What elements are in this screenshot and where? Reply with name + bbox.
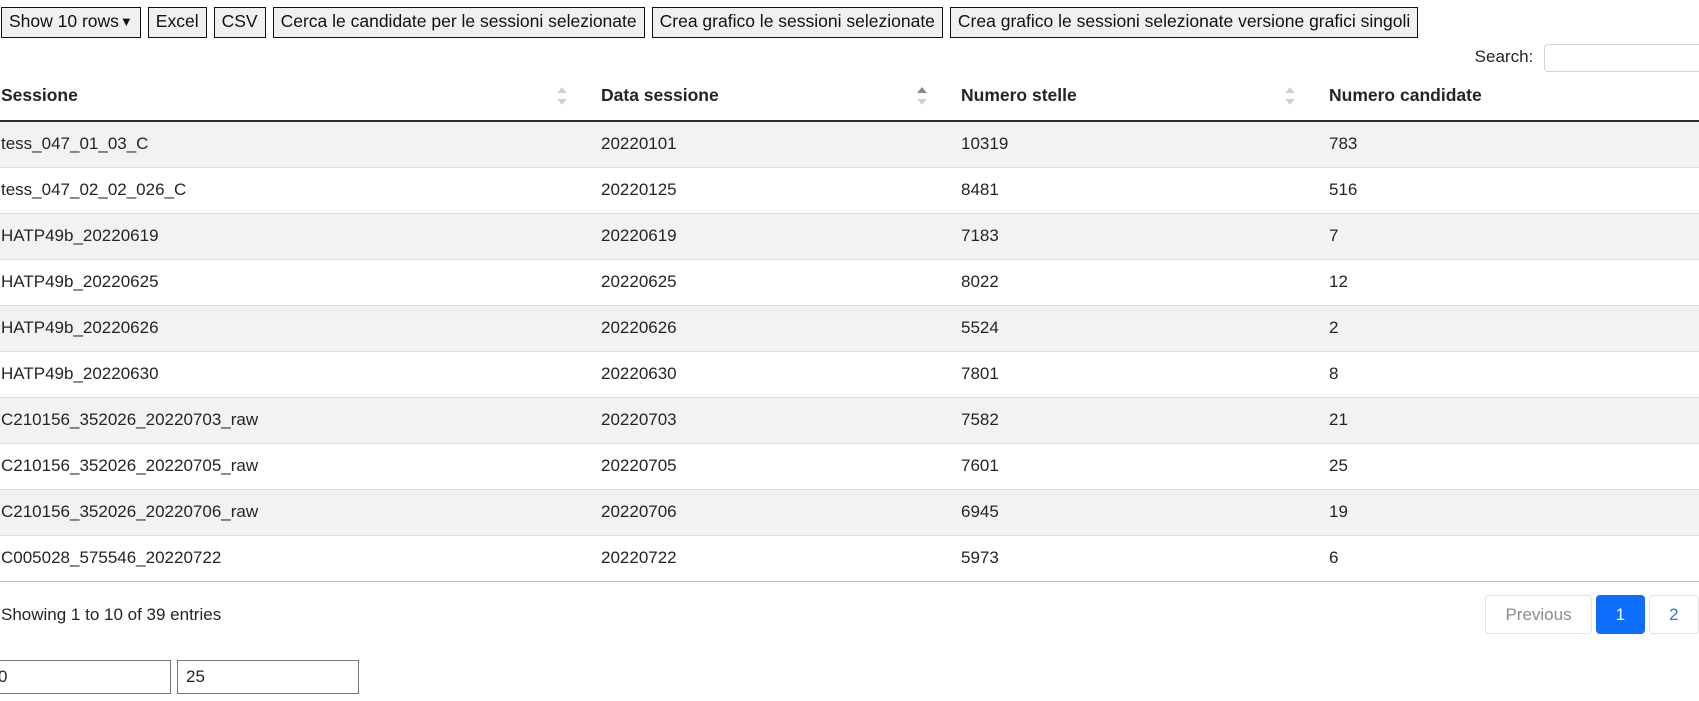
cell-sessione: HATP49b_20220619 — [0, 213, 594, 260]
sessions-table: Sessione Data sessione Numero stelle Num… — [0, 73, 1699, 582]
table-row[interactable]: HATP49b_20220630 20220630 7801 8 — [0, 351, 1699, 398]
cell-numero-candidate: 516 — [1322, 167, 1699, 214]
search-candidates-button[interactable]: Cerca le candidate per le sessioni selez… — [272, 7, 645, 38]
pagination-button-previous: Previous — [1485, 595, 1592, 634]
cell-numero-candidate: 6 — [1322, 535, 1699, 582]
cell-numero-stelle: 10319 — [954, 121, 1322, 168]
datatable-footer: Showing 1 to 10 of 39 entries Previous 1 2… — [0, 595, 1699, 645]
sort-indicator-icon — [557, 87, 567, 105]
cell-numero-stelle: 7183 — [954, 213, 1322, 260]
table-row[interactable]: C210156_352026_20220706_raw 20220706 6945 1… — [0, 489, 1699, 536]
table-row[interactable]: C210156_352026_20220705_raw 20220705 7601 2… — [0, 443, 1699, 490]
cell-data-sessione: 20220625 — [594, 259, 954, 306]
cell-sessione: C210156_352026_20220705_raw — [0, 443, 594, 490]
cell-numero-stelle: 7801 — [954, 351, 1322, 398]
column-header-data-sessione[interactable]: Data sessione — [594, 73, 954, 122]
cell-sessione: HATP49b_20220630 — [0, 351, 594, 398]
cell-numero-stelle: 8481 — [954, 167, 1322, 214]
range-max-input[interactable] — [177, 660, 359, 694]
datatable-container: Sessione Data sessione Numero stelle Num… — [0, 73, 1699, 582]
cell-data-sessione: 20220125 — [594, 167, 954, 214]
table-row[interactable]: HATP49b_20220626 20220626 5524 2 — [0, 305, 1699, 352]
show-rows-length-button[interactable]: Show 10 rows ▼ — [1, 7, 141, 38]
cell-numero-stelle: 8022 — [954, 259, 1322, 306]
column-header-label: Sessione — [1, 85, 78, 105]
cell-numero-stelle: 7582 — [954, 397, 1322, 444]
pagination: Previous123 — [1485, 595, 1699, 634]
column-header-numero-stelle[interactable]: Numero stelle — [954, 73, 1322, 122]
cell-numero-stelle: 7601 — [954, 443, 1322, 490]
pagination-button-1[interactable]: 1 — [1595, 595, 1646, 634]
export-excel-button[interactable]: Excel — [147, 7, 207, 38]
column-header-label: Numero stelle — [961, 85, 1077, 105]
cell-numero-candidate: 19 — [1322, 489, 1699, 536]
table-head: Sessione Data sessione Numero stelle Num… — [0, 73, 1699, 122]
table-row[interactable]: C210156_352026_20220703_raw 20220703 7582 2… — [0, 397, 1699, 444]
cell-sessione: C005028_575546_20220722 — [0, 535, 594, 582]
column-header-sessione[interactable]: Sessione — [0, 73, 594, 122]
cell-sessione: C210156_352026_20220703_raw — [0, 397, 594, 444]
cell-data-sessione: 20220706 — [594, 489, 954, 536]
cell-sessione: tess_047_01_03_C — [0, 121, 594, 168]
cell-data-sessione: 20220619 — [594, 213, 954, 260]
table-row[interactable]: HATP49b_20220625 20220625 8022 12 — [0, 259, 1699, 306]
cell-sessione: HATP49b_20220625 — [0, 259, 594, 306]
entries-info: Showing 1 to 10 of 39 entries — [1, 605, 222, 624]
column-header-numero-candidate[interactable]: Numero candidate — [1322, 73, 1699, 122]
datatable-search-filter: Search: — [1475, 44, 1699, 72]
cell-sessione: HATP49b_20220626 — [0, 305, 594, 352]
cell-data-sessione: 20220703 — [594, 397, 954, 444]
table-row[interactable]: C005028_575546_20220722 20220722 5973 6 — [0, 535, 1699, 582]
cell-numero-candidate: 2 — [1322, 305, 1699, 352]
cell-numero-candidate: 783 — [1322, 121, 1699, 168]
column-header-label: Numero candidate — [1329, 85, 1482, 105]
range-min-input[interactable] — [0, 660, 171, 694]
range-inputs — [0, 660, 359, 694]
table-row[interactable]: tess_047_02_02_026_C 20220125 8481 516 — [0, 167, 1699, 214]
cell-numero-candidate: 21 — [1322, 397, 1699, 444]
cell-numero-stelle: 5524 — [954, 305, 1322, 352]
cell-data-sessione: 20220722 — [594, 535, 954, 582]
create-chart-button[interactable]: Crea grafico le sessioni selezionate — [651, 7, 943, 38]
table-body: tess_047_01_03_C 20220101 10319 783 tess_047… — [0, 121, 1699, 582]
cell-numero-stelle: 5973 — [954, 535, 1322, 582]
cell-data-sessione: 20220630 — [594, 351, 954, 398]
search-input[interactable] — [1544, 44, 1699, 72]
table-header-row: Sessione Data sessione Numero stelle Num… — [0, 73, 1699, 122]
cell-numero-stelle: 6945 — [954, 489, 1322, 536]
sort-indicator-asc-icon — [917, 87, 927, 105]
datatable-toolbar: Show 10 rows ▼ Excel CSV Cerca le candida… — [0, 0, 1699, 38]
search-label: Search: — [1474, 47, 1534, 66]
cell-numero-candidate: 25 — [1322, 443, 1699, 490]
show-rows-label: Show 10 rows — [9, 11, 119, 31]
cell-numero-candidate: 8 — [1322, 351, 1699, 398]
sort-indicator-icon — [1285, 87, 1295, 105]
table-row[interactable]: HATP49b_20220619 20220619 7183 7 — [0, 213, 1699, 260]
cell-data-sessione: 20220626 — [594, 305, 954, 352]
create-chart-single-button[interactable]: Crea grafico le sessioni selezionate ver… — [949, 7, 1419, 38]
cell-numero-candidate: 12 — [1322, 259, 1699, 306]
pagination-button-2[interactable]: 2 — [1649, 595, 1699, 634]
chevron-down-icon: ▼ — [119, 14, 133, 30]
export-csv-button[interactable]: CSV — [213, 7, 266, 38]
table-row[interactable]: tess_047_01_03_C 20220101 10319 783 — [0, 121, 1699, 168]
column-header-label: Data sessione — [601, 85, 719, 105]
cell-data-sessione: 20220101 — [594, 121, 954, 168]
page-root: Show 10 rows ▼ Excel CSV Cerca le candida… — [0, 0, 1699, 701]
cell-data-sessione: 20220705 — [594, 443, 954, 490]
cell-numero-candidate: 7 — [1322, 213, 1699, 260]
cell-sessione: tess_047_02_02_026_C — [0, 167, 594, 214]
cell-sessione: C210156_352026_20220706_raw — [0, 489, 594, 536]
